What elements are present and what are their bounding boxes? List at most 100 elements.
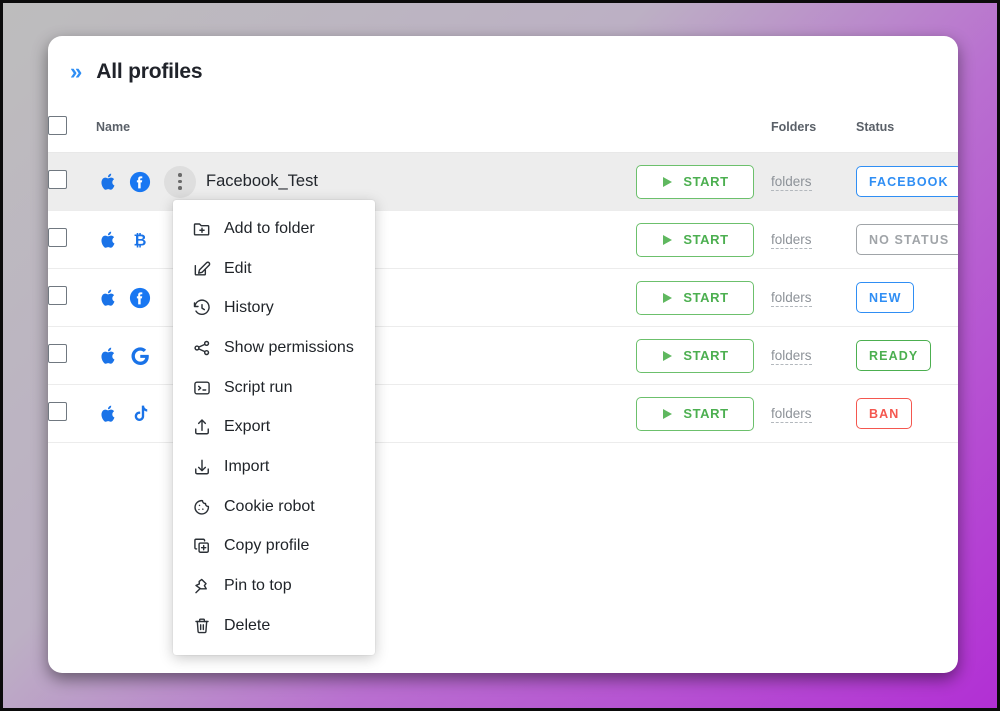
menu-item-edit[interactable]: Edit	[173, 249, 375, 289]
start-button-label: START	[683, 232, 729, 247]
menu-item-cookie-robot[interactable]: Cookie robot	[173, 487, 375, 527]
start-cell: START	[636, 384, 771, 443]
facebook-icon	[128, 170, 152, 194]
start-cell: START	[636, 326, 771, 385]
apple-icon	[96, 170, 120, 194]
apple-icon	[96, 286, 120, 310]
app-screen: » All profiles Name Folders Status Faceb…	[0, 0, 1000, 711]
history-clock-icon	[192, 298, 212, 318]
status-cell: READY	[856, 326, 958, 385]
folders-link[interactable]: folders	[771, 289, 812, 307]
status-badge[interactable]: NEW	[856, 282, 915, 313]
start-button-label: START	[683, 174, 729, 189]
double-chevron-right-icon[interactable]: »	[70, 61, 82, 83]
start-button-label: START	[683, 290, 729, 305]
row-checkbox[interactable]	[48, 169, 67, 189]
pin-icon	[192, 576, 212, 596]
apple-icon	[96, 402, 120, 426]
menu-item-import[interactable]: Import	[173, 447, 375, 487]
play-icon	[661, 349, 674, 362]
row-checkbox-cell	[48, 384, 96, 443]
trash-icon	[192, 616, 212, 636]
column-header-name: Name	[96, 108, 636, 153]
menu-item-history[interactable]: History	[173, 288, 375, 328]
upload-arrow-icon	[192, 417, 212, 437]
play-icon	[661, 291, 674, 304]
menu-item-pin-to-top[interactable]: Pin to top	[173, 566, 375, 606]
menu-item-delete[interactable]: Delete	[173, 606, 375, 646]
svg-text:₿: ₿	[134, 230, 147, 249]
menu-item-label: Show permissions	[224, 338, 354, 356]
folder-plus-icon	[192, 219, 212, 239]
card-header: » All profiles	[48, 36, 958, 108]
status-badge[interactable]: FACEBOOK	[856, 166, 958, 197]
column-header-blank	[636, 108, 771, 153]
folders-cell: folders	[771, 384, 856, 443]
status-cell: NO STATUS	[856, 210, 958, 269]
folders-cell: folders	[771, 210, 856, 269]
page-title: All profiles	[96, 60, 203, 83]
download-arrow-icon	[192, 457, 212, 477]
cookie-icon	[192, 497, 212, 517]
row-checkbox-cell	[48, 326, 96, 385]
start-button[interactable]: START	[636, 396, 754, 431]
menu-item-show-permissions[interactable]: Show permissions	[173, 328, 375, 368]
start-button[interactable]: START	[636, 222, 754, 257]
terminal-icon	[192, 378, 212, 398]
row-checkbox[interactable]	[48, 285, 67, 305]
select-all-header	[48, 108, 96, 153]
folders-cell: folders	[771, 152, 856, 211]
facebook-icon	[128, 286, 152, 310]
start-button[interactable]: START	[636, 338, 754, 373]
row-menu-button[interactable]	[164, 165, 196, 198]
play-icon	[661, 233, 674, 246]
menu-item-add-to-folder[interactable]: Add to folder	[173, 209, 375, 249]
row-checkbox-cell	[48, 268, 96, 327]
menu-item-export[interactable]: Export	[173, 407, 375, 447]
column-header-status: Status	[856, 108, 958, 153]
menu-item-label: Edit	[224, 259, 252, 277]
start-cell: START	[636, 268, 771, 327]
apple-icon	[96, 344, 120, 368]
start-button-label: START	[683, 348, 729, 363]
start-button[interactable]: START	[636, 164, 754, 199]
folders-link[interactable]: folders	[771, 173, 812, 191]
bitcoin-icon: ₿	[128, 228, 152, 252]
row-checkbox-cell	[48, 210, 96, 269]
tiktok-icon	[128, 402, 152, 426]
start-cell: START	[636, 210, 771, 269]
menu-item-label: Export	[224, 418, 271, 436]
status-cell: FACEBOOK	[856, 152, 958, 211]
row-checkbox[interactable]	[48, 401, 67, 421]
profile-name: Facebook_Test	[206, 172, 318, 190]
menu-item-label: Delete	[224, 616, 271, 634]
folders-link[interactable]: folders	[771, 347, 812, 365]
share-nodes-icon	[192, 338, 212, 358]
status-badge[interactable]: READY	[856, 340, 932, 371]
menu-item-script-run[interactable]: Script run	[173, 368, 375, 408]
folders-cell: folders	[771, 268, 856, 327]
menu-item-label: Add to folder	[224, 219, 315, 237]
folders-link[interactable]: folders	[771, 405, 812, 423]
row-checkbox[interactable]	[48, 227, 67, 247]
status-cell: NEW	[856, 268, 958, 327]
row-checkbox[interactable]	[48, 343, 67, 363]
start-button-label: START	[683, 406, 729, 421]
select-all-checkbox[interactable]	[48, 116, 67, 135]
folders-link[interactable]: folders	[771, 231, 812, 249]
play-icon	[661, 407, 674, 420]
status-badge[interactable]: BAN	[856, 398, 913, 429]
menu-item-label: Pin to top	[224, 577, 292, 595]
google-icon	[128, 344, 152, 368]
edit-pencil-icon	[192, 259, 212, 279]
start-button[interactable]: START	[636, 280, 754, 315]
status-badge[interactable]: NO STATUS	[856, 224, 958, 255]
menu-item-label: History	[224, 299, 274, 317]
menu-item-copy-profile[interactable]: Copy profile	[173, 527, 375, 567]
play-icon	[661, 175, 674, 188]
copy-plus-icon	[192, 536, 212, 556]
status-cell: BAN	[856, 384, 958, 443]
profile-context-menu[interactable]: Add to folder Edit History Show permissions…	[173, 200, 375, 655]
menu-item-label: Script run	[224, 378, 293, 396]
menu-item-label: Cookie robot	[224, 497, 315, 515]
